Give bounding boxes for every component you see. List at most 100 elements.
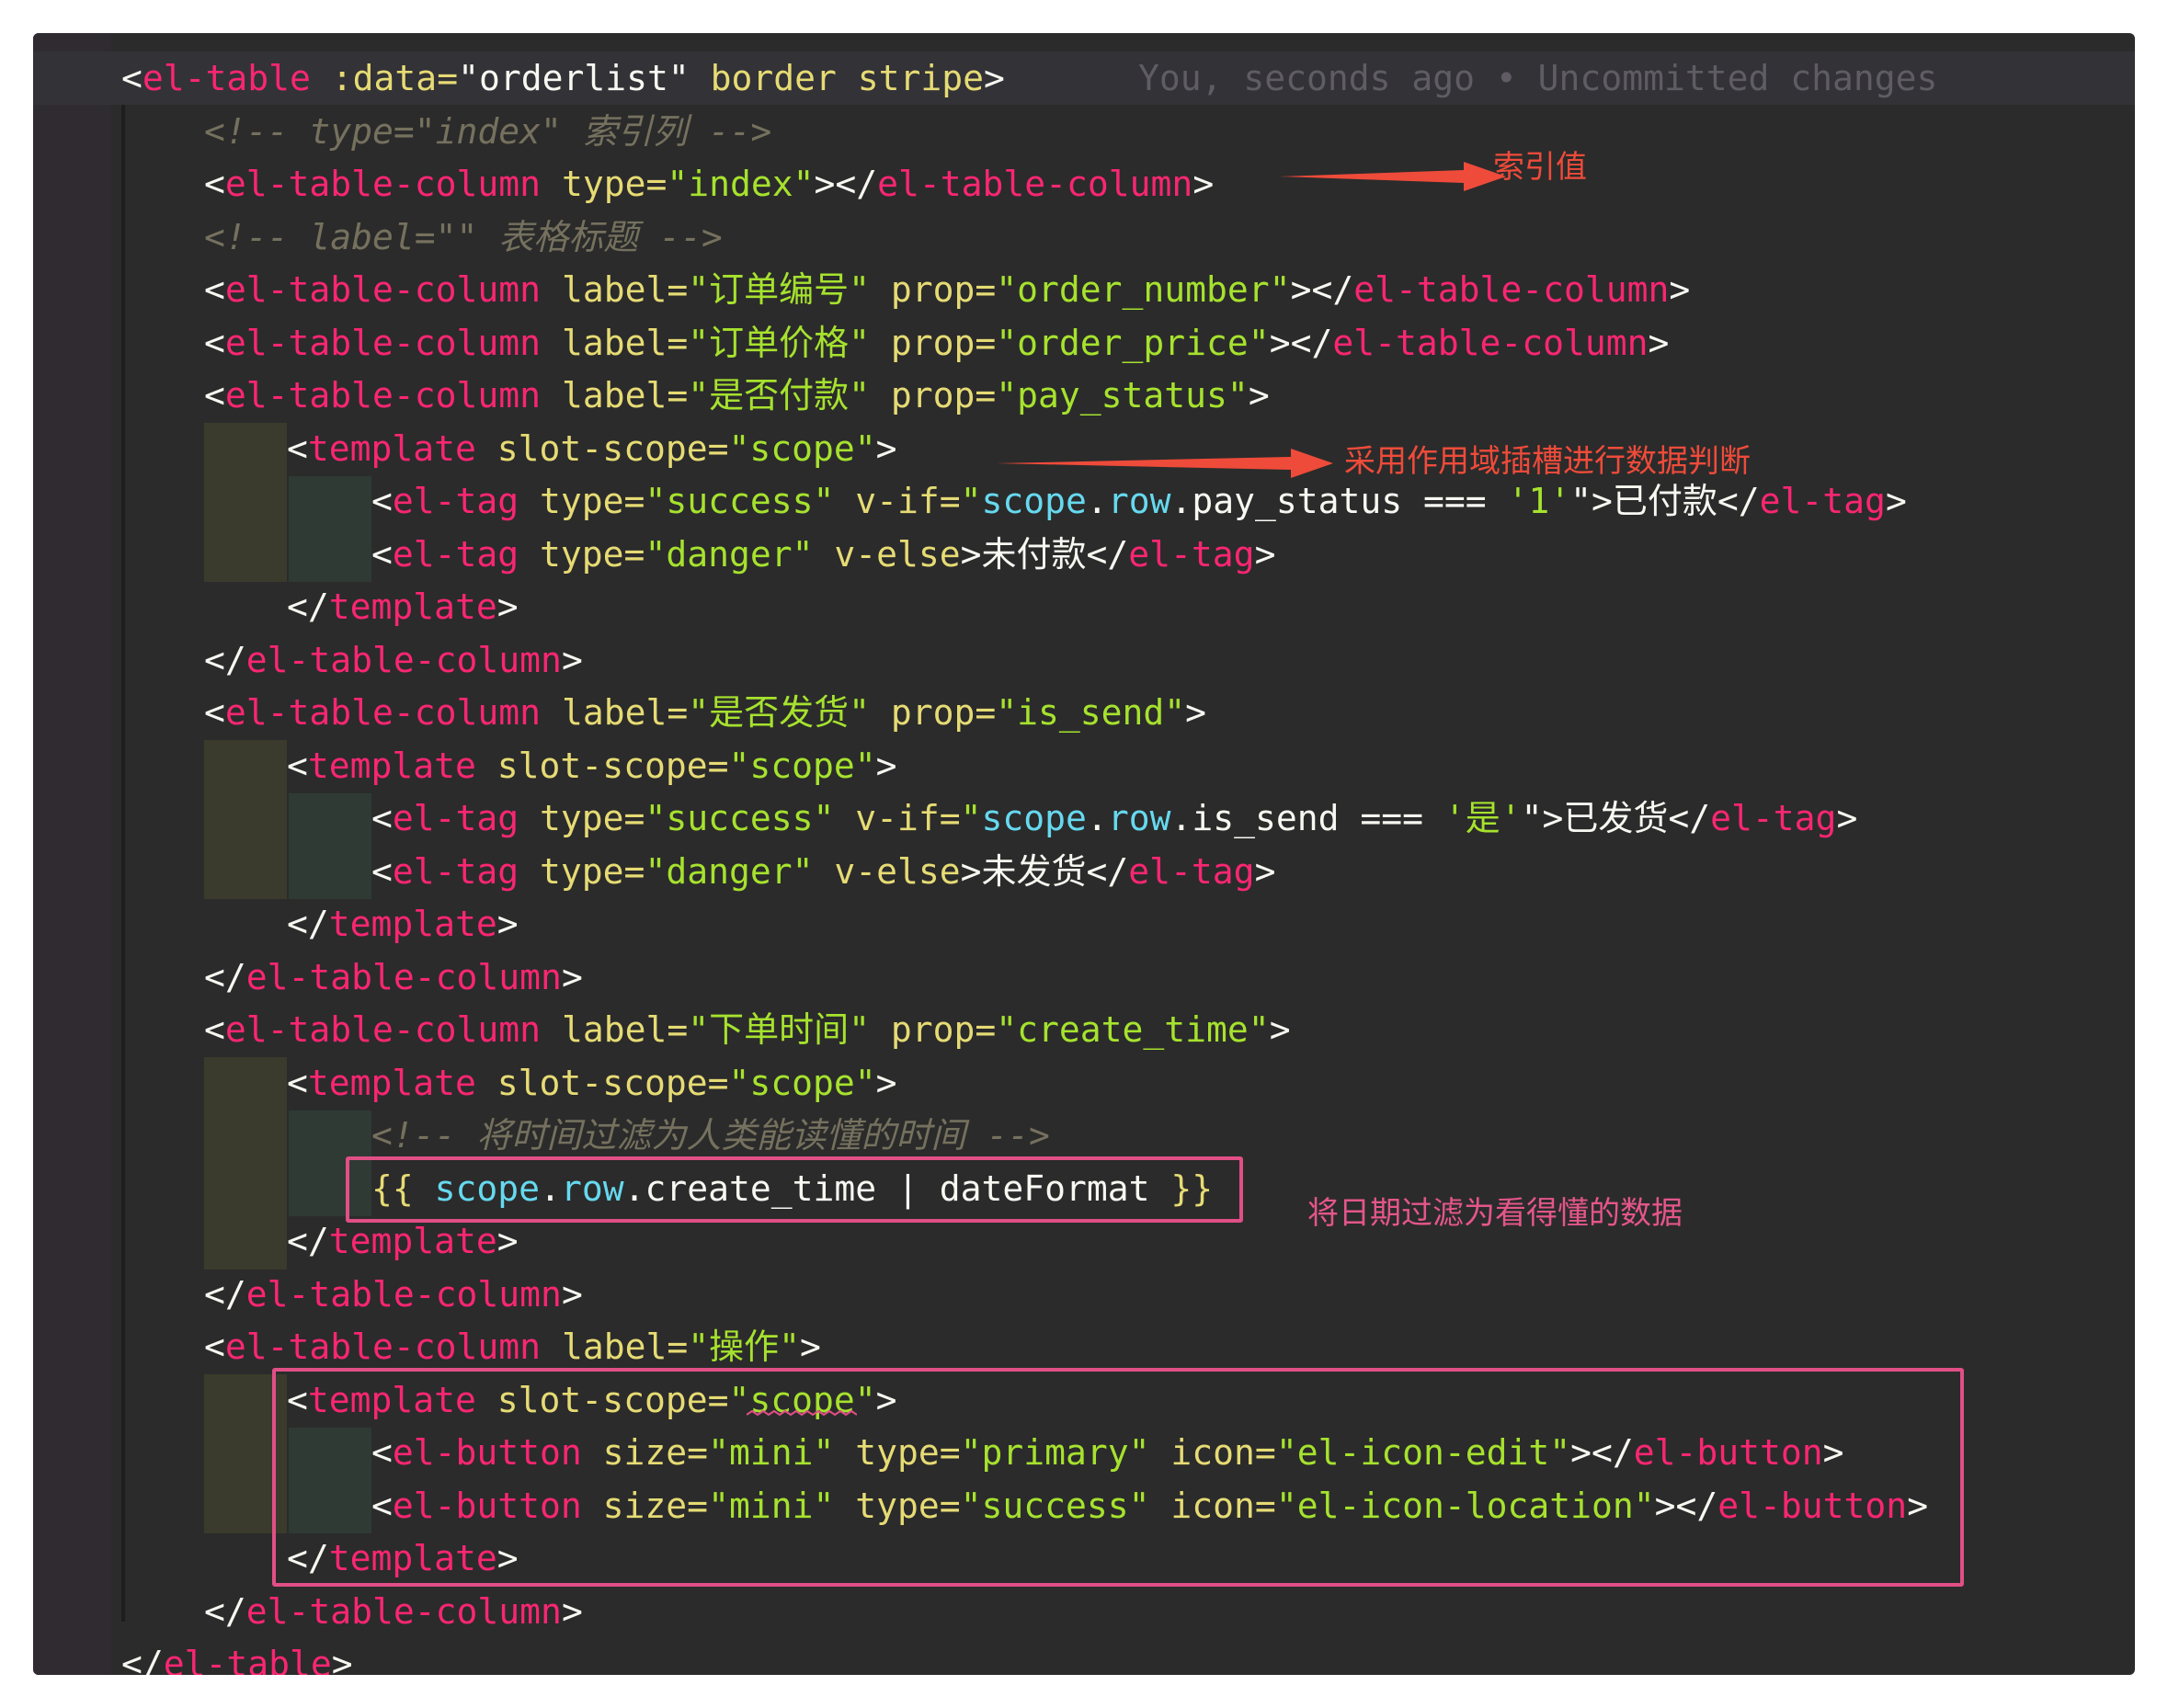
code-line[interactable]: </template> (287, 897, 519, 951)
code-token: </ (204, 956, 246, 997)
code-token: < (204, 1009, 225, 1050)
code-token: > (1254, 533, 1276, 575)
code-token: el-table-column (224, 692, 542, 733)
code-token: slot-scope= (475, 745, 729, 786)
code-token: el-tag (1710, 798, 1837, 838)
code-token: el-table-column (245, 1590, 562, 1632)
code-line[interactable]: </el-table> (121, 1637, 353, 1675)
code-token: el-table-column (245, 956, 562, 997)
code-token: > (1192, 164, 1215, 204)
code-token: . (1086, 481, 1108, 521)
code-token: :data= (310, 58, 459, 98)
code-token: template (307, 1062, 476, 1103)
code-token: type= (519, 798, 645, 838)
code-line[interactable]: <el-table-column label="订单编号" prop="orde… (204, 263, 1690, 316)
code-token: "订单价格" (688, 322, 870, 363)
highlight-box-date-filter (346, 1156, 1243, 1223)
code-token: "create_time" (996, 1009, 1270, 1050)
code-token: v-else (813, 850, 961, 892)
code-token: "是否发货" (688, 692, 870, 733)
code-token: < (204, 375, 225, 416)
code-token: < (287, 745, 308, 786)
code-line[interactable]: <template slot-scope="scope"> (287, 739, 897, 792)
code-line[interactable]: <el-tag type="success" v-if="scope.row.p… (371, 474, 1907, 528)
code-line[interactable]: <!-- type="index" 索引列 --> (204, 105, 771, 158)
annotation-scoped-slot: 采用作用域插槽进行数据判断 (1344, 443, 1751, 480)
code-token: label= (541, 1327, 689, 1367)
code-line[interactable]: <el-table-column label="下单时间" prop="crea… (204, 1003, 1291, 1056)
code-line[interactable]: </el-table-column> (204, 951, 583, 1004)
annotation-index-value: 索引值 (1493, 149, 1587, 186)
code-token: border stripe (689, 58, 985, 98)
code-token: > (496, 586, 519, 627)
code-token: "scope" (728, 427, 876, 469)
code-token: "订单编号" (688, 269, 870, 310)
code-token: </ (204, 639, 246, 680)
code-token: "scope" (728, 745, 876, 786)
code-token: el-table-column (245, 639, 562, 680)
code-token: label= (541, 269, 689, 310)
code-line[interactable]: <el-table-column label="是否付款" prop="pay_… (204, 369, 1270, 422)
code-token: > (496, 1221, 519, 1261)
code-token: template (328, 586, 497, 627)
git-blame-annotation: You, seconds ago • Uncommitted changes (1138, 58, 1938, 98)
code-token: > (1254, 850, 1276, 892)
indent-block (289, 793, 371, 899)
code-editor[interactable]: <el-table :data="orderlist" border strip… (33, 33, 2135, 1675)
code-token: > (561, 1590, 583, 1632)
code-token: el-tag (392, 850, 519, 892)
code-line[interactable]: </el-table-column> (204, 1585, 583, 1638)
code-token: "是否付款" (688, 375, 870, 416)
code-token: el-tag (392, 481, 519, 521)
code-line[interactable]: <el-table-column label="订单价格" prop="orde… (204, 316, 1669, 370)
code-token: '是' (1443, 798, 1522, 838)
code-line[interactable]: <el-table :data="orderlist" border strip… (121, 51, 1005, 105)
code-token: >未发货</ (960, 850, 1129, 892)
indent-block (204, 740, 287, 899)
code-token: "danger" (645, 850, 814, 892)
code-token: < (371, 798, 393, 838)
code-token: >未付款</ (960, 533, 1129, 575)
arrow-index-annotation (1280, 162, 1506, 191)
code-line[interactable]: <el-table-column label="是否发货" prop="is_s… (204, 686, 1206, 739)
code-token: < (204, 322, 225, 363)
code-token: slot-scope= (475, 1062, 729, 1103)
code-token: < (371, 533, 393, 575)
indent-block (204, 1057, 287, 1270)
code-token: scope (981, 481, 1087, 521)
code-line[interactable]: <el-tag type="success" v-if="scope.row.i… (371, 791, 1857, 845)
code-line[interactable]: <!-- label="" 表格标题 --> (204, 211, 723, 264)
code-token: "order_number" (996, 269, 1291, 310)
code-token: > (984, 58, 1005, 98)
code-line[interactable]: </template> (287, 580, 519, 633)
code-token: type= (519, 481, 645, 521)
code-line[interactable]: <el-tag type="danger" v-else>未发货</el-tag… (371, 845, 1275, 898)
code-line[interactable]: </el-table-column> (204, 633, 583, 687)
code-line[interactable]: <template slot-scope="scope"> (287, 1056, 897, 1110)
code-token: > (799, 1327, 821, 1367)
code-token: template (307, 427, 476, 469)
code-token: > (875, 427, 897, 469)
code-token: > (561, 956, 583, 997)
code-token: > (875, 745, 897, 786)
code-token: row (1107, 481, 1171, 521)
code-token: prop= (869, 375, 997, 416)
code-token: '1' (1507, 481, 1571, 521)
code-line[interactable]: </el-table-column> (204, 1268, 583, 1321)
code-line[interactable]: <el-tag type="danger" v-else>未付款</el-tag… (371, 528, 1275, 581)
code-line[interactable]: <el-table-column type="index"></el-table… (204, 157, 1214, 211)
spellcheck-squiggle (747, 1409, 857, 1417)
annotation-date-filter: 将日期过滤为看得懂的数据 (1307, 1195, 1683, 1232)
code-token: row (1107, 798, 1171, 838)
code-token: "pay_status" (996, 375, 1249, 416)
code-line[interactable]: <template slot-scope="scope"> (287, 422, 897, 475)
code-token: "success" (645, 798, 835, 838)
code-token: label= (541, 1009, 689, 1050)
code-token: < (287, 1062, 308, 1103)
code-token: prop= (869, 269, 997, 310)
code-line[interactable]: <!-- 将时间过滤为人类能读懂的时间 --> (371, 1109, 1050, 1162)
code-line[interactable]: <el-table-column label="操作"> (204, 1320, 821, 1373)
code-token: template (328, 1221, 497, 1261)
code-token: label= (541, 692, 689, 733)
highlight-box-operations (272, 1368, 1964, 1587)
